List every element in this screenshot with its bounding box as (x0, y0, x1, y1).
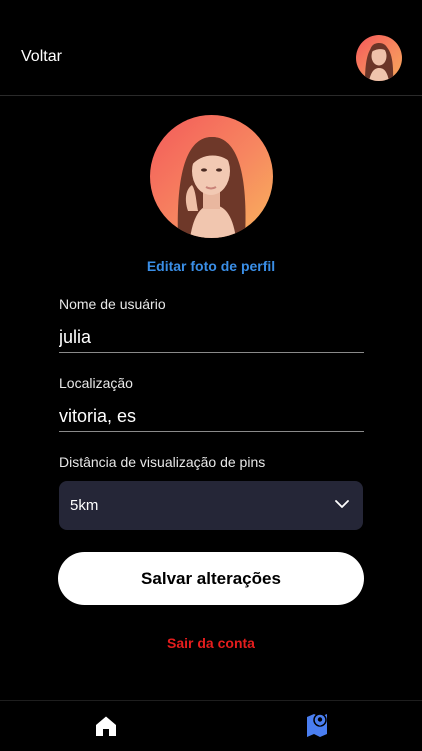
map-pin-icon (307, 713, 327, 737)
pin-distance-select[interactable]: 5km (59, 481, 363, 530)
username-label: Nome de usuário (59, 296, 166, 312)
pin-distance-label: Distância de visualização de pins (59, 454, 266, 470)
location-label: Localização (59, 375, 133, 391)
username-input[interactable] (59, 322, 364, 353)
profile-photo (150, 115, 273, 238)
logout-link[interactable]: Sair da conta (0, 635, 422, 651)
pin-distance-value: 5km (70, 497, 99, 514)
location-input[interactable] (59, 401, 364, 432)
bottom-tab-bar (0, 700, 422, 751)
tab-map[interactable] (306, 711, 328, 737)
avatar-portrait-icon (365, 43, 394, 81)
tab-home[interactable] (95, 715, 117, 737)
home-icon (96, 716, 116, 736)
header-avatar[interactable] (356, 35, 402, 81)
save-changes-button[interactable]: Salvar alterações (58, 552, 364, 605)
top-bar: Voltar (0, 0, 422, 96)
profile-portrait-icon (177, 137, 246, 238)
edit-profile-photo-link[interactable]: Editar foto de perfil (0, 258, 422, 274)
back-button[interactable]: Voltar (21, 48, 62, 66)
chevron-down-icon (335, 500, 349, 508)
